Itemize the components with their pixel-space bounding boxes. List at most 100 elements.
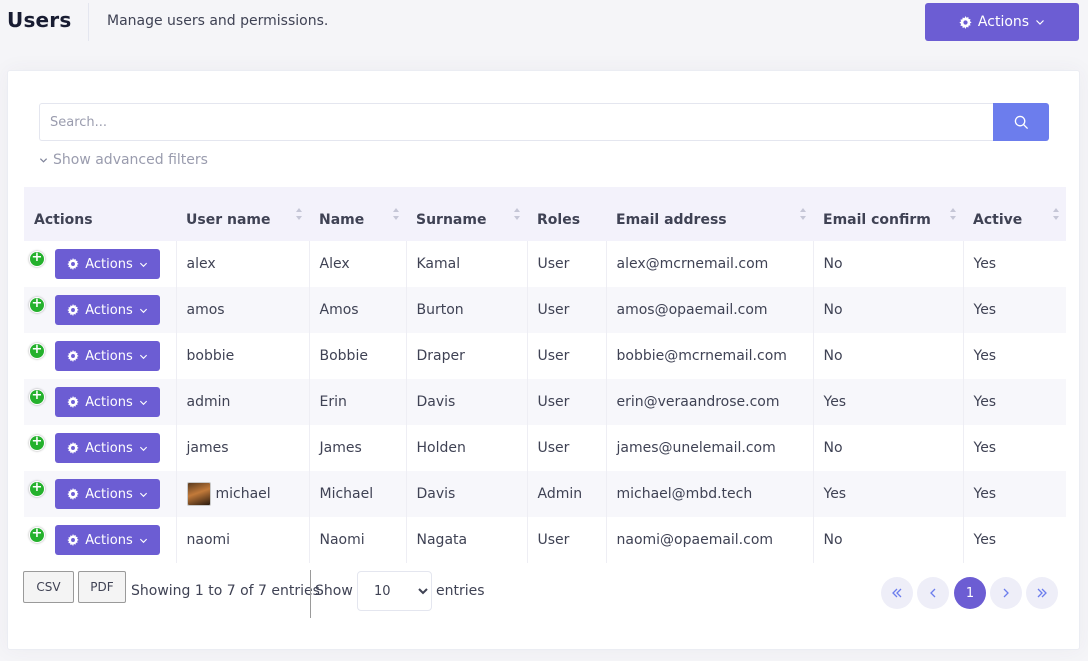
cell-roles: User xyxy=(527,425,607,471)
cell-email: michael@mbd.tech xyxy=(606,471,814,517)
cell-email-confirm: Yes xyxy=(813,379,964,425)
cell-username: amos xyxy=(176,287,310,333)
cell-active: Yes xyxy=(963,425,1066,471)
sort-icon[interactable] xyxy=(513,207,521,221)
cell-surname: Davis xyxy=(406,471,528,517)
search-input[interactable] xyxy=(39,103,993,141)
header-actions-button[interactable]: Actions xyxy=(925,3,1079,41)
column-header-surname[interactable]: Surname xyxy=(406,187,527,241)
chevron-right-icon xyxy=(1003,588,1009,598)
cell-roles: User xyxy=(527,287,607,333)
export-csv-button[interactable]: CSV xyxy=(23,571,74,603)
row-actions-button[interactable]: Actions xyxy=(55,249,160,279)
cell-actions: + Actions xyxy=(24,379,177,425)
users-table-container: Actions User name Name Surname Roles Ema… xyxy=(24,187,1066,563)
avatar xyxy=(186,482,211,506)
row-actions-button[interactable]: Actions xyxy=(55,433,160,463)
table-row: + Actions admin Erin Davis User erin@veraandro… xyxy=(24,379,1066,425)
row-actions-label: Actions xyxy=(85,348,133,364)
gear-icon xyxy=(67,534,79,546)
cell-active-text: Yes xyxy=(973,440,997,456)
cell-email-text: james@unelemail.com xyxy=(616,440,776,456)
chevron-down-icon xyxy=(39,157,48,163)
row-actions-button[interactable]: Actions xyxy=(55,341,160,371)
table-row: + Actions alex Alex Kamal User alex@mcrnemail.… xyxy=(24,241,1066,287)
cell-active: Yes xyxy=(963,379,1066,425)
pager-page-button[interactable]: 1 xyxy=(954,577,986,609)
plus-circle-icon[interactable]: + xyxy=(29,251,45,267)
pager-last-button[interactable] xyxy=(1026,577,1058,609)
gear-icon xyxy=(67,350,79,362)
cell-active-text: Yes xyxy=(973,394,997,410)
sort-icon[interactable] xyxy=(949,207,957,221)
cell-email-text: erin@veraandrose.com xyxy=(616,394,780,410)
row-actions-button[interactable]: Actions xyxy=(55,295,160,325)
cell-name: Alex xyxy=(309,241,407,287)
column-header-active[interactable]: Active xyxy=(963,187,1066,241)
page-size-select[interactable]: 10 xyxy=(357,571,432,611)
row-actions-button[interactable]: Actions xyxy=(55,479,160,509)
cell-name: Erin xyxy=(309,379,407,425)
cell-email-confirm: No xyxy=(813,287,964,333)
pager-next-button[interactable] xyxy=(990,577,1022,609)
cell-name-text: James xyxy=(319,440,362,456)
cell-username-text: amos xyxy=(186,302,225,318)
show-advanced-filters-link[interactable]: Show advanced filters xyxy=(39,152,208,168)
cell-active: Yes xyxy=(963,517,1066,563)
cell-surname: Draper xyxy=(406,333,528,379)
plus-circle-icon[interactable]: + xyxy=(29,527,45,543)
sort-icon[interactable] xyxy=(1052,207,1060,221)
cell-email: amos@opaemail.com xyxy=(606,287,814,333)
search-button[interactable] xyxy=(993,103,1049,141)
cell-email-text: amos@opaemail.com xyxy=(616,302,768,318)
plus-circle-icon[interactable]: + xyxy=(29,481,45,497)
cell-email: james@unelemail.com xyxy=(606,425,814,471)
cell-roles: User xyxy=(527,379,607,425)
sort-icon[interactable] xyxy=(799,207,807,221)
cell-roles-text: User xyxy=(537,302,570,318)
table-body: + Actions alex Alex Kamal User alex@mcrnemail.… xyxy=(24,241,1066,563)
chevron-down-icon xyxy=(1036,20,1044,25)
show-label: Show xyxy=(315,583,353,599)
cell-username: james xyxy=(176,425,310,471)
cell-email-text: bobbie@mcrnemail.com xyxy=(616,348,787,364)
column-header-email[interactable]: Email address xyxy=(606,187,813,241)
cell-roles: Admin xyxy=(527,471,607,517)
column-header-email-confirm[interactable]: Email confirm xyxy=(813,187,963,241)
pager-first-button[interactable] xyxy=(881,577,913,609)
export-pdf-button[interactable]: PDF xyxy=(78,571,126,603)
column-header-name[interactable]: Name xyxy=(309,187,406,241)
table-row: + Actions amos Amos Burton User amos@opaemail.… xyxy=(24,287,1066,333)
cell-surname: Holden xyxy=(406,425,528,471)
cell-active: Yes xyxy=(963,241,1066,287)
sort-icon[interactable] xyxy=(392,207,400,221)
row-actions-button[interactable]: Actions xyxy=(55,387,160,417)
cell-username: bobbie xyxy=(176,333,310,379)
cell-username: naomi xyxy=(176,517,310,563)
page-header: Users Manage users and permissions. Acti… xyxy=(0,0,1088,48)
cell-actions: + Actions xyxy=(24,333,177,379)
cell-roles-text: User xyxy=(537,348,570,364)
row-actions-label: Actions xyxy=(85,256,133,272)
chevron-down-icon xyxy=(139,308,147,313)
row-actions-button[interactable]: Actions xyxy=(55,525,160,555)
sort-icon[interactable] xyxy=(295,207,303,221)
plus-circle-icon[interactable]: + xyxy=(29,389,45,405)
plus-circle-icon[interactable]: + xyxy=(29,297,45,313)
column-header-username[interactable]: User name xyxy=(176,187,309,241)
cell-email-text: michael@mbd.tech xyxy=(616,486,753,502)
cell-surname: Burton xyxy=(406,287,528,333)
column-header-roles: Roles xyxy=(537,212,581,228)
cell-email-confirm: No xyxy=(813,517,964,563)
cell-name-text: Alex xyxy=(319,256,350,272)
cell-name: Naomi xyxy=(309,517,407,563)
cell-active: Yes xyxy=(963,287,1066,333)
cell-email-confirm-text: Yes xyxy=(823,394,847,410)
pager-prev-button[interactable] xyxy=(917,577,949,609)
cell-username-text: james xyxy=(186,440,229,456)
footer-divider xyxy=(310,570,311,618)
plus-circle-icon[interactable]: + xyxy=(29,435,45,451)
cell-surname-text: Holden xyxy=(416,440,466,456)
plus-circle-icon[interactable]: + xyxy=(29,343,45,359)
cell-active-text: Yes xyxy=(973,302,997,318)
